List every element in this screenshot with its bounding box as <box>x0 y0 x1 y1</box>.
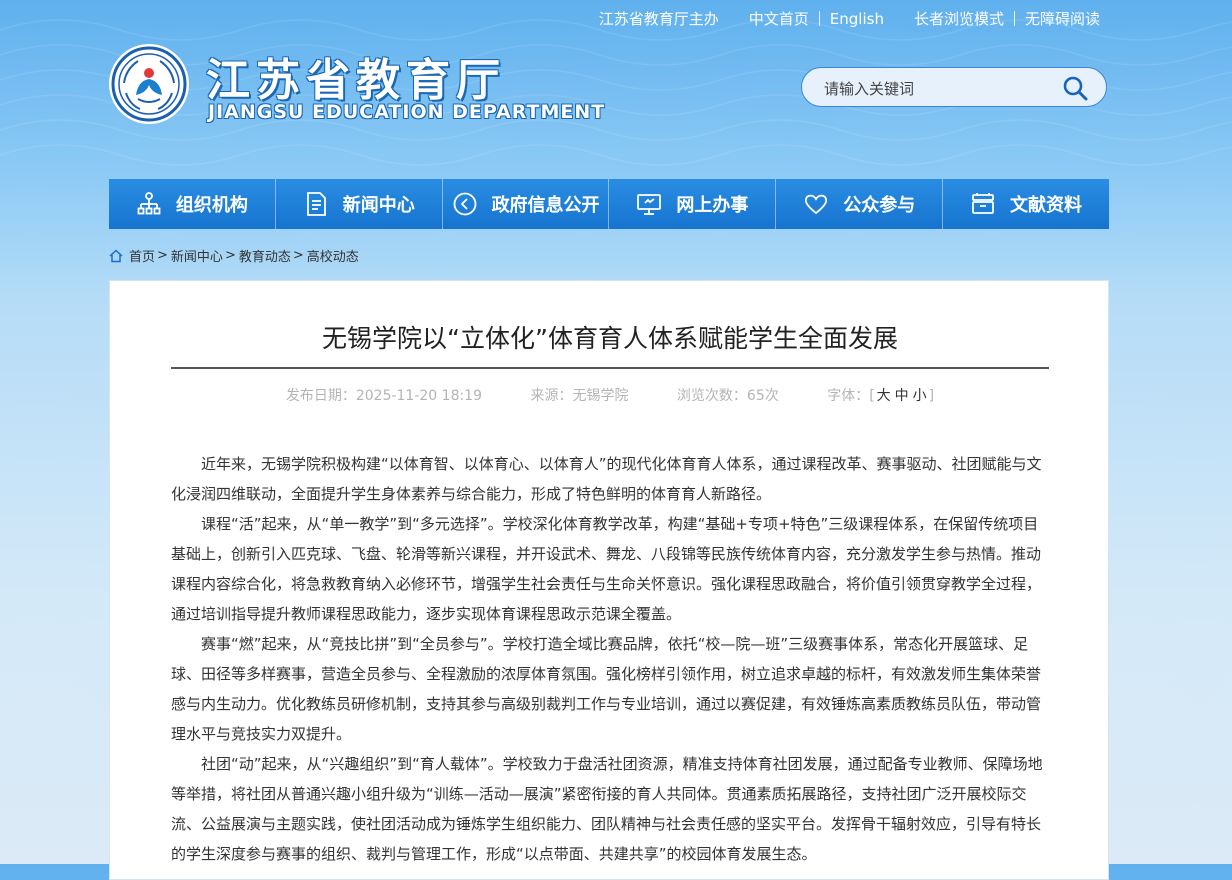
font-small-button[interactable]: 小 <box>913 388 927 404</box>
font-medium-button[interactable]: 中 <box>895 388 909 404</box>
play-icon <box>453 192 476 216</box>
sponsor-text: 江苏省教育厅主办 <box>598 10 719 28</box>
chinese-home-link[interactable]: 中文首页 <box>749 8 809 29</box>
title-divider <box>171 367 1049 369</box>
divider <box>1013 11 1015 26</box>
article-paragraph: 赛事“燃”起来，从“竞技比拼”到“全员参与”。学校打造全域比赛品牌，依托“校—院… <box>171 635 1042 743</box>
font-size-control: 字体：[大中小] <box>827 388 935 404</box>
main-nav: 组织机构 新闻中心 政府信息公开 网上办事 公众参与 文献资料 <box>109 179 1109 229</box>
nav-item-online-service[interactable]: 网上办事 <box>609 179 777 229</box>
document-icon <box>306 192 326 216</box>
breadcrumb-education-news[interactable]: 教育动态 <box>239 246 291 265</box>
publish-date: 发布日期：2025-11-20 18:19 <box>286 388 482 404</box>
source-value: 无锡学院 <box>572 388 629 404</box>
nav-item-gov-info[interactable]: 政府信息公开 <box>443 179 610 229</box>
elderly-mode-link[interactable]: 长者浏览模式 <box>914 8 1004 29</box>
breadcrumb-separator: > <box>292 248 304 263</box>
breadcrumb-separator: > <box>224 248 236 263</box>
article-paragraph: 课程“活”起来，从“单一教学”到“多元选择”。学校深化体育教学改革，构建“基础+… <box>171 515 1042 623</box>
search-input[interactable] <box>822 77 1056 101</box>
archive-icon <box>972 193 994 214</box>
logo-english-name: JIANGSU EDUCATION DEPARTMENT <box>208 101 606 123</box>
article-paragraph: 近年来，无锡学院积极构建“以体育智、以体育心、以体育人”的现代化体育育人体系，通… <box>171 455 1042 503</box>
top-links: 江苏省教育厅主办 中文首页 English 长者浏览模式 无障碍阅读 <box>599 8 1100 29</box>
nav-label: 政府信息公开 <box>491 195 600 216</box>
article-meta: 发布日期：2025-11-20 18:19 来源：无锡学院 浏览次数：65次 字… <box>110 385 1110 405</box>
views-value: 65次 <box>746 388 779 404</box>
english-link[interactable]: English <box>830 10 884 28</box>
article-source: 来源：无锡学院 <box>530 388 628 404</box>
nav-item-organization[interactable]: 组织机构 <box>109 179 276 229</box>
search-icon[interactable] <box>1062 75 1088 101</box>
divider <box>818 11 820 26</box>
breadcrumb-home[interactable]: 首页 <box>129 246 155 265</box>
article-title: 无锡学院以“立体化”体育育人体系赋能学生全面发展 <box>322 324 898 353</box>
views-label: 浏览次数： <box>676 388 747 404</box>
article-body: 近年来，无锡学院积极构建“以体育智、以体育心、以体育人”的现代化体育育人体系，通… <box>171 449 1049 869</box>
breadcrumb: 首页 > 新闻中心 > 教育动态 > 高校动态 <box>109 246 359 265</box>
nav-item-news[interactable]: 新闻中心 <box>276 179 443 229</box>
article-panel: 无锡学院以“立体化”体育育人体系赋能学生全面发展 发布日期：2025-11-20… <box>109 280 1109 880</box>
breadcrumb-separator: > <box>157 248 168 263</box>
accessibility-link[interactable]: 无障碍阅读 <box>1025 8 1100 29</box>
monitor-icon <box>637 194 662 215</box>
breadcrumb-university-news[interactable]: 高校动态 <box>307 246 359 265</box>
font-large-button[interactable]: 大 <box>877 388 891 404</box>
source-label: 来源： <box>530 388 573 404</box>
publish-date-label: 发布日期： <box>285 388 356 404</box>
logo-chinese-name: 江苏省教育厅 <box>206 55 506 106</box>
org-chart-icon <box>137 192 161 215</box>
font-label: 字体： <box>827 388 870 404</box>
home-icon <box>109 248 123 262</box>
nav-item-public-participation[interactable]: 公众参与 <box>776 179 944 229</box>
nav-label: 公众参与 <box>843 195 916 216</box>
nav-label: 新闻中心 <box>342 195 415 216</box>
nav-item-literature[interactable]: 文献资料 <box>943 179 1109 229</box>
publish-date-value: 2025-11-20 18:19 <box>355 388 483 404</box>
department-emblem-logo[interactable] <box>108 43 190 125</box>
breadcrumb-news-center[interactable]: 新闻中心 <box>171 246 223 265</box>
view-count: 浏览次数：65次 <box>677 388 779 404</box>
nav-label: 网上办事 <box>676 195 749 216</box>
nav-label: 文献资料 <box>1010 195 1083 216</box>
search-box <box>801 67 1107 107</box>
heart-icon <box>805 194 828 215</box>
nav-label: 组织机构 <box>175 195 248 216</box>
article-paragraph: 社团“动”起来，从“兴趣组织”到“育人载体”。学校致力于盘活社团资源，精准支持体… <box>171 755 1043 863</box>
